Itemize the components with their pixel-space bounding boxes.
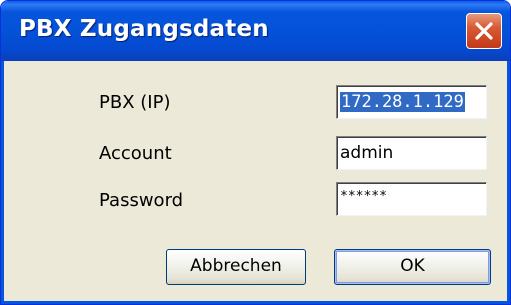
dialog-window: PBX Zugangsdaten PBX (IP) 172.28.1.129 A… (0, 0, 511, 305)
cancel-button[interactable]: Abbrechen (166, 249, 306, 285)
pbx-ip-label: PBX (IP) (99, 92, 171, 113)
password-label: Password (99, 190, 184, 211)
account-value: admin (340, 143, 394, 163)
close-button[interactable] (466, 13, 502, 49)
ok-button[interactable]: OK (334, 249, 491, 285)
account-input[interactable]: admin (336, 136, 487, 170)
account-label: Account (99, 143, 172, 164)
password-input[interactable]: ****** (336, 182, 487, 216)
password-value: ****** (340, 189, 387, 204)
close-icon (475, 22, 493, 40)
pbx-ip-value: 172.28.1.129 (340, 92, 465, 112)
window-title: PBX Zugangsdaten (19, 16, 269, 42)
title-bar[interactable]: PBX Zugangsdaten (1, 1, 510, 61)
pbx-ip-input[interactable]: 172.28.1.129 (336, 85, 487, 119)
